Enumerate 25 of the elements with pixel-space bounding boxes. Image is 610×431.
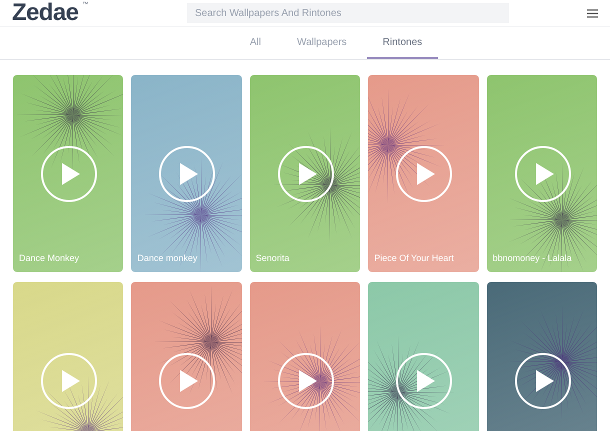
tab[interactable]: Rintones bbox=[366, 35, 438, 59]
search-field[interactable]: Search Wallpapers And Rintones bbox=[187, 3, 509, 23]
play-icon[interactable] bbox=[514, 353, 571, 409]
tab[interactable]: Wallpapers bbox=[281, 35, 363, 59]
ringtone-card[interactable] bbox=[486, 282, 597, 431]
ringtone-card[interactable] bbox=[131, 282, 242, 431]
ringtone-card[interactable]: Dance monkey bbox=[131, 75, 242, 272]
play-icon[interactable] bbox=[278, 146, 334, 202]
logo[interactable]: Zedae bbox=[12, 1, 78, 25]
ringtone-card[interactable] bbox=[250, 282, 360, 431]
ringtone-card[interactable] bbox=[368, 282, 479, 431]
ringtone-card[interactable]: bbnomoney - Lalala bbox=[486, 75, 597, 272]
ringtone-card[interactable]: Piece Of Your Heart bbox=[368, 75, 479, 272]
ringtone-card[interactable]: Dance Monkey bbox=[13, 75, 124, 272]
play-icon[interactable] bbox=[396, 353, 452, 409]
play-icon[interactable] bbox=[159, 353, 216, 409]
tab[interactable]: All bbox=[234, 35, 277, 59]
ringtone-card[interactable]: Senorita bbox=[250, 75, 360, 272]
ringtone-title: Dance Monkey bbox=[19, 252, 80, 265]
play-icon[interactable] bbox=[278, 353, 334, 409]
ringtone-title: Senorita bbox=[256, 252, 290, 264]
ringtone-title: Piece Of Your Heart bbox=[374, 252, 454, 264]
ringtone-title: Dance monkey bbox=[137, 252, 198, 265]
ringtone-title: bbnomoney - Lalala bbox=[492, 252, 572, 265]
menu-icon[interactable] bbox=[587, 8, 598, 18]
